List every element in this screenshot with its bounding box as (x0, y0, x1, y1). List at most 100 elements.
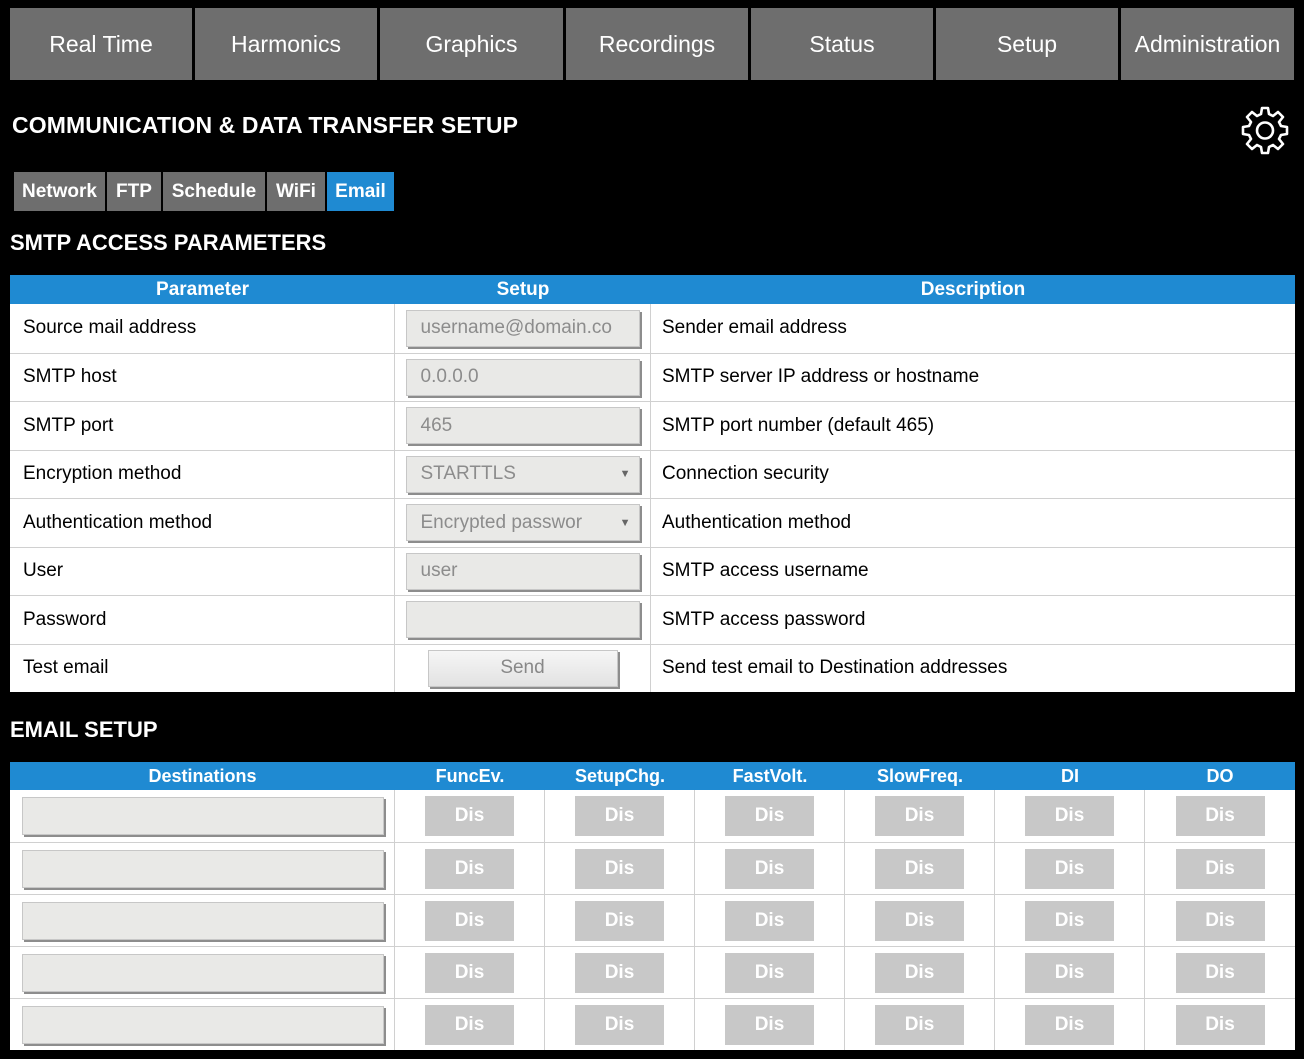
slowfreq-dis-button[interactable]: Dis (875, 900, 964, 941)
param-label: SMTP port (10, 402, 395, 450)
nav-real-time[interactable]: Real Time (10, 8, 195, 80)
dropdown-arrow-icon: ▼ (619, 516, 631, 529)
do-dis-button[interactable]: Dis (1175, 796, 1265, 836)
destination-row: Dis Dis Dis Dis Dis Dis (10, 790, 1295, 842)
di-dis-button[interactable]: Dis (1025, 1004, 1114, 1045)
param-label: Source mail address (10, 304, 395, 353)
destination-row: Dis Dis Dis Dis Dis Dis (10, 946, 1295, 998)
smtp-port-input[interactable]: 465 (405, 407, 640, 445)
do-dis-button[interactable]: Dis (1175, 900, 1265, 941)
send-test-email-button[interactable]: Send (427, 649, 618, 687)
fastvolt-dis-button[interactable]: Dis (725, 900, 814, 941)
subtab-bar: Network FTP Schedule WiFi Email (14, 172, 394, 211)
tab-schedule[interactable]: Schedule (163, 172, 267, 211)
do-dis-button[interactable]: Dis (1175, 1004, 1265, 1045)
di-dis-button[interactable]: Dis (1025, 848, 1114, 889)
table-row: User user SMTP access username (10, 546, 1295, 595)
source-mail-address-input[interactable]: username@domain.co (405, 309, 640, 347)
email-table-header: Destinations FuncEv. SetupChg. FastVolt.… (10, 762, 1295, 790)
authentication-method-select[interactable]: Encrypted passwor ▼ (405, 504, 640, 542)
table-row: Source mail address username@domain.co S… (10, 304, 1295, 353)
table-row: Encryption method STARTTLS ▼ Connection s… (10, 449, 1295, 498)
do-dis-button[interactable]: Dis (1175, 952, 1265, 993)
tab-network[interactable]: Network (14, 172, 107, 211)
di-dis-button[interactable]: Dis (1025, 900, 1114, 941)
param-description: SMTP port number (default 465) (662, 414, 935, 436)
param-label: Test email (10, 644, 395, 692)
param-description: SMTP access password (662, 608, 866, 630)
funcev-dis-button[interactable]: Dis (425, 952, 514, 993)
destination-row: Dis Dis Dis Dis Dis Dis (10, 998, 1295, 1050)
table-row: Authentication method Encrypted passwor ▼… (10, 498, 1295, 547)
param-description: Connection security (662, 463, 829, 485)
email-setup-table: Destinations FuncEv. SetupChg. FastVolt.… (10, 762, 1295, 1050)
header-setup: Setup (496, 278, 550, 300)
encryption-method-select[interactable]: STARTTLS ▼ (405, 455, 640, 493)
page-title: COMMUNICATION & DATA TRANSFER SETUP (12, 112, 519, 138)
fastvolt-dis-button[interactable]: Dis (725, 848, 814, 889)
funcev-dis-button[interactable]: Dis (425, 1004, 514, 1045)
tab-wifi[interactable]: WiFi (267, 172, 327, 211)
destination-address-input[interactable] (22, 953, 384, 992)
nav-recordings[interactable]: Recordings (566, 8, 751, 80)
di-dis-button[interactable]: Dis (1025, 952, 1114, 993)
setupchg-dis-button[interactable]: Dis (575, 952, 664, 993)
header-parameter: Parameter (156, 278, 249, 300)
funcev-dis-button[interactable]: Dis (425, 796, 514, 836)
do-dis-button[interactable]: Dis (1175, 848, 1265, 889)
param-label: Authentication method (10, 499, 395, 547)
header-destinations: Destinations (148, 765, 257, 786)
header-di: DI (1061, 765, 1079, 786)
nav-graphics[interactable]: Graphics (380, 8, 566, 80)
smtp-table-header: Parameter Setup Description (10, 275, 1295, 304)
tab-email[interactable]: Email (327, 172, 394, 211)
param-label: SMTP host (10, 353, 395, 401)
top-nav: Real Time Harmonics Graphics Recordings … (10, 8, 1304, 80)
smtp-section-title: SMTP ACCESS PARAMETERS (10, 230, 327, 255)
slowfreq-dis-button[interactable]: Dis (875, 952, 964, 993)
destination-address-input[interactable] (22, 1005, 384, 1044)
di-dis-button[interactable]: Dis (1025, 796, 1114, 836)
param-label: Password (10, 596, 395, 644)
fastvolt-dis-button[interactable]: Dis (725, 796, 814, 836)
email-section-title: EMAIL SETUP (10, 717, 158, 742)
gear-icon[interactable] (1238, 104, 1292, 158)
nav-status[interactable]: Status (751, 8, 936, 80)
slowfreq-dis-button[interactable]: Dis (875, 848, 964, 889)
header-slowfreq: SlowFreq. (876, 765, 963, 786)
nav-setup[interactable]: Setup (936, 8, 1121, 80)
dropdown-arrow-icon: ▼ (619, 468, 631, 481)
nav-harmonics[interactable]: Harmonics (195, 8, 380, 80)
param-description: SMTP server IP address or hostname (662, 366, 980, 388)
smtp-table-body: Source mail address username@domain.co S… (10, 304, 1295, 692)
destination-row: Dis Dis Dis Dis Dis Dis (10, 842, 1295, 894)
table-row: SMTP host 0.0.0.0 SMTP server IP address… (10, 352, 1295, 401)
slowfreq-dis-button[interactable]: Dis (875, 1004, 964, 1045)
nav-administration[interactable]: Administration (1121, 8, 1294, 80)
destination-address-input[interactable] (22, 901, 384, 940)
table-row: SMTP port 465 SMTP port number (default … (10, 401, 1295, 450)
setupchg-dis-button[interactable]: Dis (575, 848, 664, 889)
smtp-host-input[interactable]: 0.0.0.0 (405, 358, 640, 396)
setupchg-dis-button[interactable]: Dis (575, 1004, 664, 1045)
setupchg-dis-button[interactable]: Dis (575, 796, 664, 836)
setupchg-dis-button[interactable]: Dis (575, 900, 664, 941)
password-input[interactable] (405, 601, 640, 639)
header-setupchg: SetupChg. (575, 765, 665, 786)
tab-ftp[interactable]: FTP (107, 172, 163, 211)
user-input[interactable]: user (405, 552, 640, 590)
table-row: Password SMTP access password (10, 595, 1295, 644)
param-description: SMTP access username (662, 560, 869, 582)
fastvolt-dis-button[interactable]: Dis (725, 952, 814, 993)
param-label: User (10, 547, 395, 595)
table-row: Test email Send Send test email to Desti… (10, 643, 1295, 692)
destination-address-input[interactable] (22, 797, 384, 835)
slowfreq-dis-button[interactable]: Dis (875, 796, 964, 836)
funcev-dis-button[interactable]: Dis (425, 848, 514, 889)
funcev-dis-button[interactable]: Dis (425, 900, 514, 941)
header-do: DO (1206, 765, 1234, 786)
header-funcev: FuncEv. (435, 765, 505, 786)
header-description: Description (920, 278, 1026, 300)
fastvolt-dis-button[interactable]: Dis (725, 1004, 814, 1045)
destination-address-input[interactable] (22, 849, 384, 888)
